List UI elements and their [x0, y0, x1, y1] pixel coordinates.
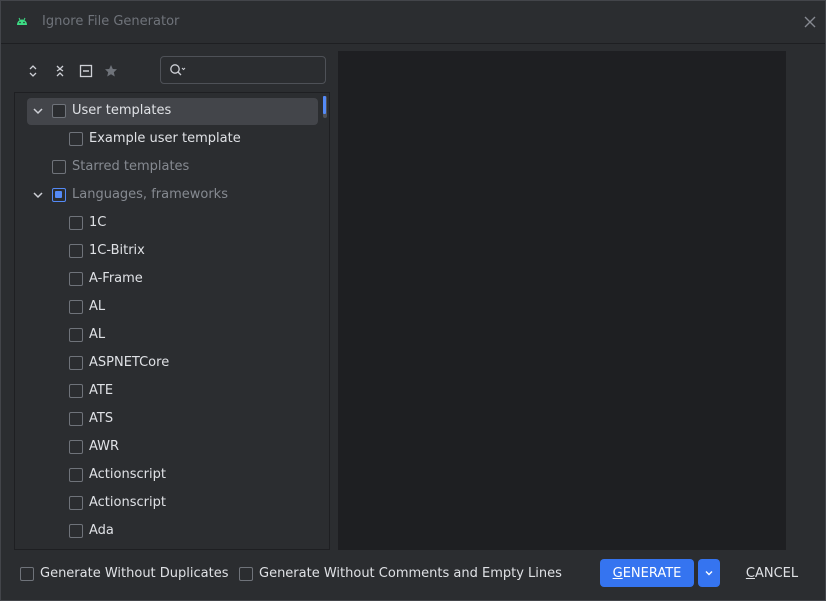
tree-checkbox[interactable] — [69, 132, 83, 146]
unselect-all-button[interactable] — [76, 61, 96, 81]
tree-checkbox[interactable] — [69, 412, 83, 426]
tree-checkbox[interactable] — [69, 496, 83, 510]
tree-row[interactable]: AL — [15, 321, 319, 349]
without-comments-checkbox[interactable] — [239, 567, 253, 581]
tree-row-label: ATE — [89, 383, 114, 398]
tree-row[interactable]: Actionscript — [15, 461, 319, 489]
tree-row[interactable]: ATS — [15, 405, 319, 433]
generate-button[interactable]: G ENERATE — [600, 559, 694, 587]
tree-row[interactable]: AL — [15, 293, 319, 321]
tree-row-label: AL — [89, 327, 106, 342]
chevron-down-icon[interactable] — [32, 105, 44, 117]
tree-row[interactable]: A-Frame — [15, 265, 319, 293]
tree-row-label: Starred templates — [72, 159, 190, 174]
scrollbar-accent[interactable] — [323, 96, 326, 114]
star-button[interactable] — [101, 61, 121, 81]
tree-checkbox[interactable] — [52, 104, 66, 118]
expand-all-button[interactable] — [23, 61, 43, 81]
cancel-label: ANCEL — [754, 565, 799, 581]
tree-checkbox[interactable] — [69, 328, 83, 342]
tree-row[interactable]: 1C — [15, 209, 319, 237]
tree-row[interactable]: Languages, frameworks — [15, 181, 319, 209]
tree-checkbox[interactable] — [69, 216, 83, 230]
tree-row-label: 1C — [89, 215, 107, 230]
tree-row-label: ATS — [89, 411, 114, 426]
generate-dropdown-button[interactable] — [698, 559, 720, 587]
tree-row-label: ASPNETCore — [89, 355, 170, 370]
tree-row-label: 1C-Bitrix — [89, 243, 145, 258]
tree-checkbox[interactable] — [69, 440, 83, 454]
collapse-all-button[interactable] — [50, 61, 70, 81]
tree-row-label: Languages, frameworks — [72, 187, 228, 202]
selection-highlight — [27, 98, 318, 125]
tree-row-label: Actionscript — [89, 467, 166, 482]
tree-row-label: AL — [89, 299, 106, 314]
search-icon — [170, 64, 186, 76]
tree-checkbox[interactable] — [69, 524, 83, 538]
ignore-file-generator-dialog: Ignore File Generator User templates Exa… — [0, 0, 826, 601]
without-comments-label: Generate Without Comments and Empty Line… — [259, 566, 562, 581]
tree-row-label: User templates — [72, 103, 172, 118]
tree-row-label: Example user template — [89, 131, 241, 146]
tree-checkbox[interactable] — [69, 356, 83, 370]
search-box[interactable] — [160, 56, 326, 84]
tree-checkbox[interactable] — [69, 300, 83, 314]
star-icon — [105, 65, 117, 77]
tree-row[interactable]: User templates — [15, 97, 319, 125]
unselect-icon — [79, 64, 93, 78]
cancel-mnemonic: C — [745, 565, 755, 581]
tree-row-label: AWR — [89, 439, 120, 454]
generate-label: ENERATE — [622, 565, 682, 581]
tree-row[interactable]: ASPNETCore — [15, 349, 319, 377]
tree-checkbox[interactable] — [69, 384, 83, 398]
chevron-down-icon — [705, 571, 713, 576]
close-icon[interactable] — [801, 13, 819, 31]
title-bar: Ignore File Generator — [1, 1, 825, 44]
collapse-all-icon — [56, 65, 64, 77]
without-duplicates-label: Generate Without Duplicates — [40, 566, 229, 581]
without-duplicates-checkbox[interactable] — [20, 567, 34, 581]
search-input[interactable] — [191, 60, 323, 82]
tree-checkbox[interactable] — [52, 160, 66, 174]
preview-pane — [338, 51, 786, 550]
tree-row-label: Ada — [89, 523, 114, 538]
tree-row[interactable]: ATE — [15, 377, 319, 405]
tree-row[interactable]: AWR — [15, 433, 319, 461]
tree-row[interactable]: Starred templates — [15, 153, 319, 181]
tree-checkbox[interactable] — [69, 272, 83, 286]
tree-row[interactable]: 1C-Bitrix — [15, 237, 319, 265]
chevron-down-icon[interactable] — [32, 189, 44, 201]
tree-checkbox[interactable] — [69, 468, 83, 482]
cancel-button[interactable]: C ANCEL — [739, 559, 805, 587]
android-icon — [17, 17, 27, 25]
template-tree: User templates Example user template Starr… — [14, 92, 330, 550]
window-title: Ignore File Generator — [42, 14, 180, 29]
expand-all-icon — [29, 65, 37, 77]
tree-row[interactable]: Actionscript — [15, 489, 319, 517]
generate-mnemonic: G — [612, 565, 623, 581]
tree-checkbox[interactable] — [52, 188, 66, 202]
tree-row[interactable]: Ada — [15, 517, 319, 545]
tree-row-label: Actionscript — [89, 495, 166, 510]
tree-checkbox[interactable] — [69, 244, 83, 258]
tree-row-label: A-Frame — [89, 271, 143, 286]
tree-row[interactable]: Example user template — [15, 125, 319, 153]
